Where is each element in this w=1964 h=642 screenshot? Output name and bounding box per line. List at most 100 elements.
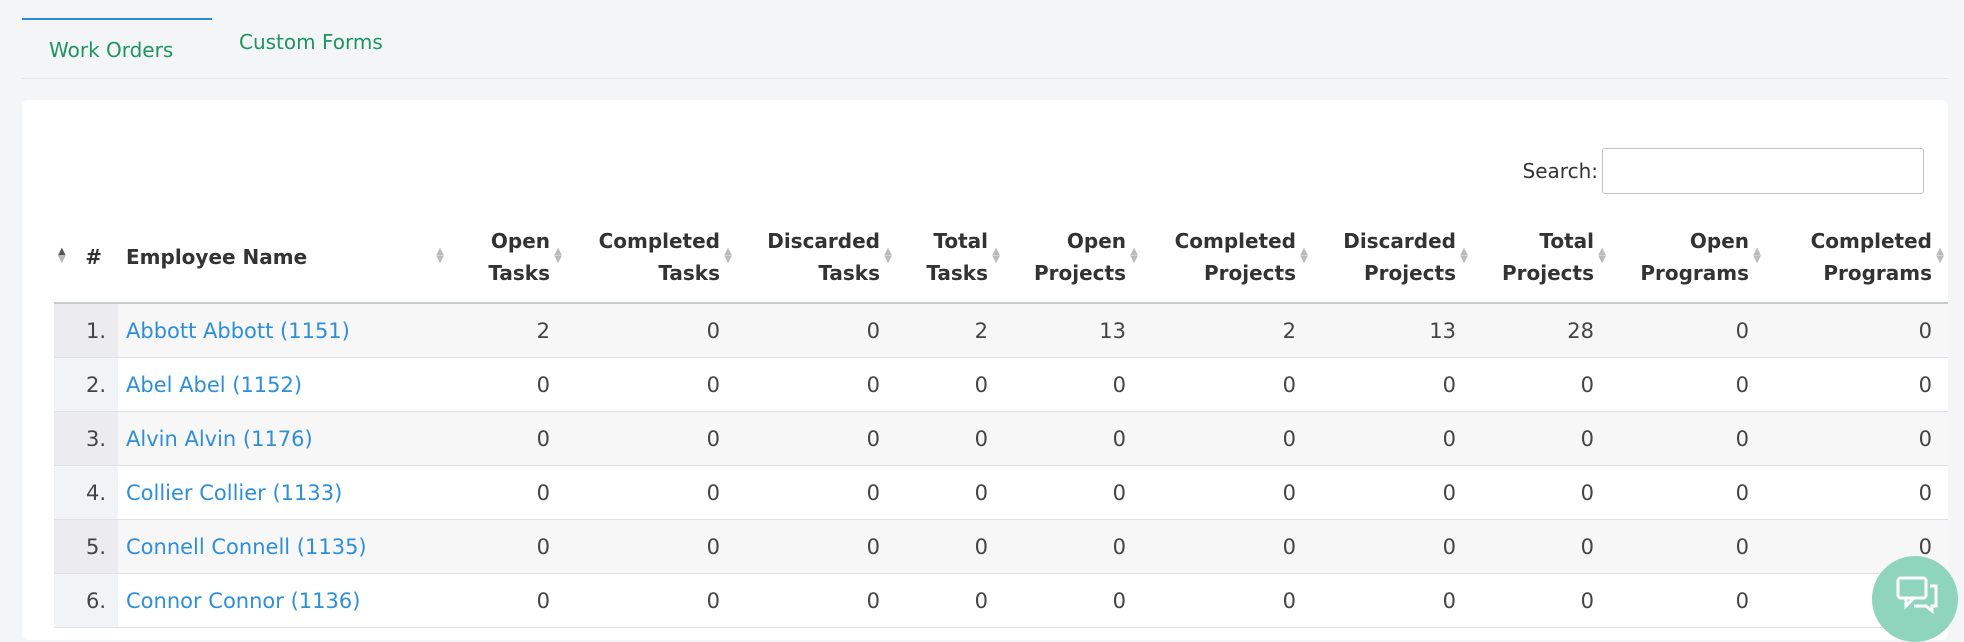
column-header-label: Projects	[1203, 261, 1296, 285]
chat-button[interactable]	[1872, 556, 1958, 642]
employee-table: # ▲ ▼ Employee Name ▲ ▼ Open Tasks ▲ ▼ Comp…	[54, 212, 1948, 628]
table-body: 1. Abbott Abbott (1151) 2 0 0 2 13 2 13 28 0 0 2. Abe…	[54, 303, 1948, 628]
tab-work-orders[interactable]: Work Orders	[22, 18, 212, 78]
table-cell: 0	[1765, 303, 1948, 358]
row-index: 1.	[54, 303, 118, 358]
table-cell: 0	[1142, 411, 1312, 466]
table-row: 3. Alvin Alvin (1176) 0 0 0 0 0 0 0 0 0 0	[54, 411, 1948, 466]
column-header-index[interactable]: # ▲ ▼	[54, 212, 118, 304]
table-header-row: # ▲ ▼ Employee Name ▲ ▼ Open Tasks ▲ ▼ Comp…	[54, 212, 1948, 304]
column-header-label: Programs	[1640, 261, 1749, 285]
table-cell: 0	[1765, 357, 1948, 412]
employee-name-link[interactable]: Collier Collier (1133)	[126, 481, 342, 505]
column-header-completed-programs[interactable]: Completed Programs ▲ ▼	[1765, 212, 1948, 304]
column-header-total-tasks[interactable]: Total Tasks ▲ ▼	[896, 212, 1004, 304]
table-cell: 0	[1610, 357, 1765, 412]
column-header-label: Discarded	[767, 229, 880, 253]
table-cell: 0	[448, 465, 566, 520]
column-header-discarded-tasks[interactable]: Discarded Tasks ▲ ▼	[736, 212, 896, 304]
table-cell: 0	[896, 465, 1004, 520]
table-cell: 0	[1004, 357, 1142, 412]
search-box: Search:	[1523, 148, 1924, 194]
row-index: 2.	[54, 357, 118, 412]
column-header-label: Open	[1066, 229, 1126, 253]
table-cell: 0	[566, 573, 736, 628]
table-cell: 0	[1765, 465, 1948, 520]
table-cell: 0	[1472, 411, 1610, 466]
table-cell: 0	[448, 573, 566, 628]
column-header-label: Programs	[1823, 261, 1932, 285]
table-cell: 0	[1472, 519, 1610, 574]
column-header-completed-tasks[interactable]: Completed Tasks ▲ ▼	[566, 212, 736, 304]
table-cell: 0	[896, 519, 1004, 574]
column-header-completed-projects[interactable]: Completed Projects ▲ ▼	[1142, 212, 1312, 304]
table-cell: 0	[448, 411, 566, 466]
employee-name-link[interactable]: Connor Connor (1136)	[126, 589, 360, 613]
employee-name-link[interactable]: Alvin Alvin (1176)	[126, 427, 313, 451]
table-cell: 0	[1004, 519, 1142, 574]
table-cell: 0	[1610, 303, 1765, 358]
table-cell: 0	[896, 573, 1004, 628]
column-header-open-projects[interactable]: Open Projects ▲ ▼	[1004, 212, 1142, 304]
table-cell: 2	[896, 303, 1004, 358]
table-cell: 0	[1142, 465, 1312, 520]
column-header-label: Projects	[1033, 261, 1126, 285]
column-header-open-tasks[interactable]: Open Tasks ▲ ▼	[448, 212, 566, 304]
search-input[interactable]	[1602, 148, 1924, 194]
sort-icon: ▲ ▼	[884, 246, 892, 265]
sort-icon: ▲ ▼	[1460, 246, 1468, 265]
table-row: 1. Abbott Abbott (1151) 2 0 0 2 13 2 13 28 0 0	[54, 303, 1948, 358]
sort-icon: ▲ ▼	[1598, 246, 1606, 265]
employee-name-link[interactable]: Connell Connell (1135)	[126, 535, 367, 559]
sort-icon: ▲ ▼	[58, 246, 66, 265]
column-header-label: Completed	[1174, 229, 1296, 253]
column-header-open-programs[interactable]: Open Programs ▲ ▼	[1610, 212, 1765, 304]
table-cell: 0	[736, 519, 896, 574]
table-cell: 0	[1610, 519, 1765, 574]
tab-custom-forms[interactable]: Custom Forms	[239, 12, 383, 72]
table-cell: 0	[1004, 465, 1142, 520]
column-header-label: #	[85, 245, 102, 269]
table-cell: 0	[1610, 465, 1765, 520]
table-cell: 0	[1312, 411, 1472, 466]
table-cell: 0	[1765, 411, 1948, 466]
employee-name-link[interactable]: Abbott Abbott (1151)	[126, 319, 350, 343]
employee-name-cell: Abel Abel (1152)	[118, 357, 448, 412]
column-header-discarded-projects[interactable]: Discarded Projects ▲ ▼	[1312, 212, 1472, 304]
table-cell: 0	[736, 357, 896, 412]
column-header-total-projects[interactable]: Total Projects ▲ ▼	[1472, 212, 1610, 304]
table-cell: 0	[896, 357, 1004, 412]
table-cell: 0	[1004, 573, 1142, 628]
column-header-employee-name[interactable]: Employee Name ▲ ▼	[118, 212, 448, 304]
sort-icon: ▲ ▼	[992, 246, 1000, 265]
table-cell: 0	[1142, 573, 1312, 628]
table-cell: 0	[1472, 357, 1610, 412]
table-cell: 0	[1004, 411, 1142, 466]
column-header-label: Total	[1539, 229, 1594, 253]
sort-icon: ▲ ▼	[1130, 246, 1138, 265]
column-header-label: Tasks	[488, 261, 550, 285]
table-cell: 2	[448, 303, 566, 358]
column-header-label: Tasks	[658, 261, 720, 285]
table-cell: 0	[896, 411, 1004, 466]
table-cell: 0	[566, 465, 736, 520]
column-header-label: Tasks	[926, 261, 988, 285]
table-cell: 0	[448, 519, 566, 574]
table-row: 4. Collier Collier (1133) 0 0 0 0 0 0 0 0 0 0	[54, 465, 1948, 520]
table-cell: 13	[1004, 303, 1142, 358]
table-cell: 0	[566, 357, 736, 412]
report-card: Search: # ▲ ▼ Employee Name ▲ ▼ Open Tas…	[22, 100, 1948, 640]
employee-name-cell: Collier Collier (1133)	[118, 465, 448, 520]
table-cell: 0	[1610, 411, 1765, 466]
table-cell: 0	[1312, 465, 1472, 520]
table-cell: 0	[566, 303, 736, 358]
row-index: 4.	[54, 465, 118, 520]
table-cell: 0	[736, 303, 896, 358]
table-cell: 0	[566, 411, 736, 466]
employee-name-cell: Abbott Abbott (1151)	[118, 303, 448, 358]
employee-name-link[interactable]: Abel Abel (1152)	[126, 373, 302, 397]
table-row: 2. Abel Abel (1152) 0 0 0 0 0 0 0 0 0 0	[54, 357, 1948, 412]
sort-icon: ▲ ▼	[436, 246, 444, 265]
sort-icon: ▲ ▼	[724, 246, 732, 265]
table-row: 6.Connor Connor (1136)0000000000	[54, 573, 1948, 628]
